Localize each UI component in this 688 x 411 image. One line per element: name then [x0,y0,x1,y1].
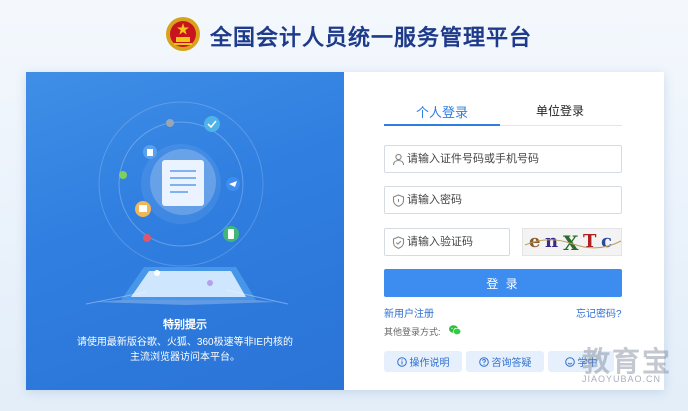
captcha-field [384,228,510,256]
tab-organization-login[interactable]: 单位登录 [502,102,618,126]
id-number-field [384,145,622,173]
tip-line-1: 请使用最新版谷歌、火狐、360极速等非IE内核的 [76,337,294,348]
site-title: 全国会计人员统一服务管理平台 [210,25,533,50]
shield-icon [392,194,405,207]
login-tabs: 个人登录 单位登录 [384,100,622,126]
illustration-panel: 特别提示 请使用最新版谷歌、火狐、360极速等非IE内核的 主流浏览器访问本平台… [26,72,344,390]
tip-line-2: 主流浏览器访问本平台。 [130,352,240,363]
faq-button-label: 咨询答疑 [491,358,532,369]
manual-button-label: 操作说明 [409,358,450,369]
captcha-noise [524,239,621,249]
manual-button[interactable]: 操作说明 [384,351,462,372]
info-icon [396,356,407,367]
password-input[interactable] [407,187,617,213]
national-emblem-icon [166,17,200,51]
other-login-label: 其他登录方式: [384,327,441,337]
active-tab-indicator [384,124,500,126]
password-field [384,186,622,214]
wechat-icon[interactable] [448,323,462,337]
register-link[interactable]: 新用户注册 [384,305,434,320]
question-icon [478,356,489,367]
login-button[interactable]: 登 录 [384,269,622,297]
faq-button[interactable]: 咨询答疑 [466,351,544,372]
captcha-image[interactable]: e n X T c [522,228,622,256]
user-icon [392,153,405,166]
forgot-password-link[interactable]: 忘记密码? [576,305,622,320]
captcha-input[interactable] [407,229,505,255]
tip-title: 特别提示 [163,319,207,331]
header: 全国会计人员统一服务管理平台 [0,0,688,70]
watermark: 教育宝 JIAOYUBAO.CN [582,340,688,390]
shield-check-icon [392,236,405,249]
tab-personal-login[interactable]: 个人登录 [384,102,500,126]
smile-icon [564,356,575,367]
watermark-subtext: JIAOYUBAO.CN [582,374,662,384]
login-card: 特别提示 请使用最新版谷歌、火狐、360极速等非IE内核的 主流浏览器访问本平台… [26,72,664,390]
id-number-input[interactable] [407,146,617,172]
